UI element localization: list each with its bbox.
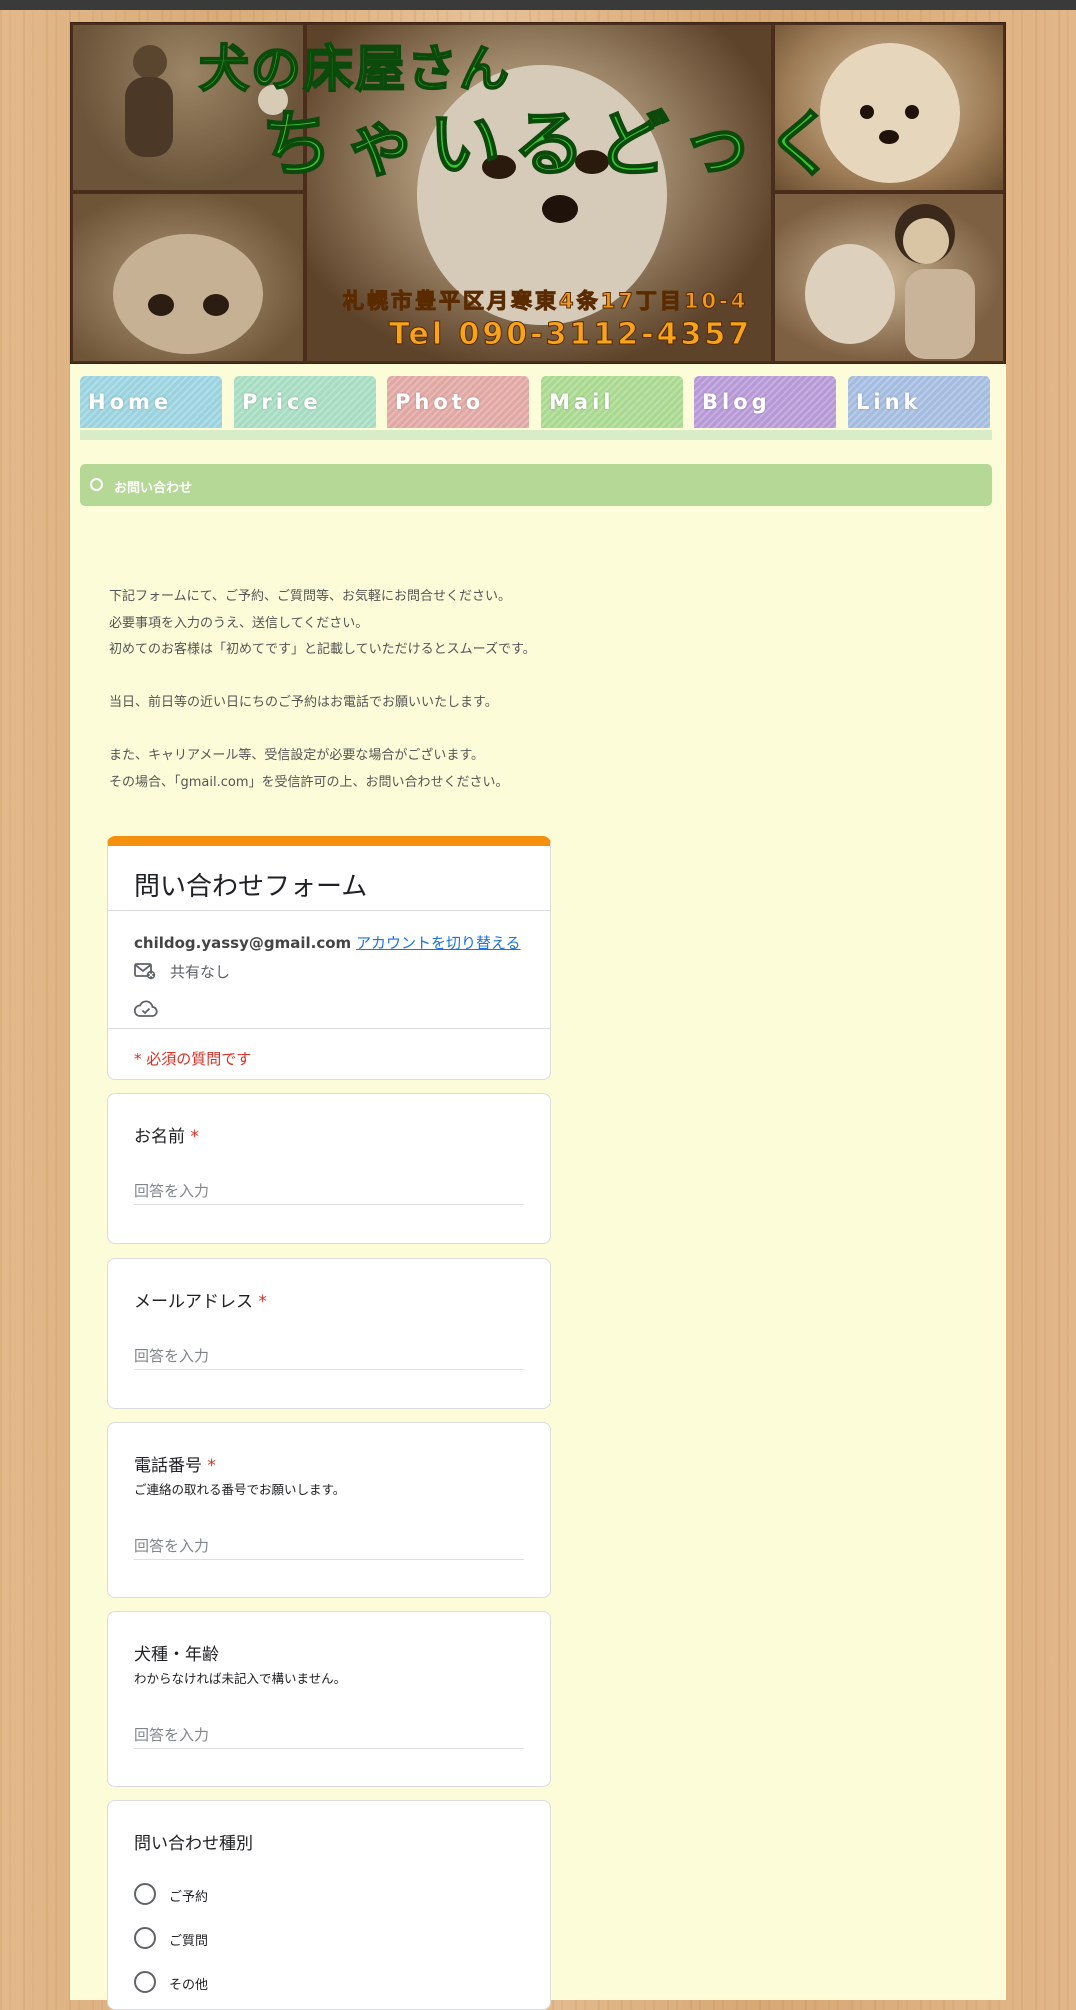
photo-girl-with-bulldog xyxy=(775,194,1003,361)
section-heading: お問い合わせ xyxy=(80,464,992,506)
question-inquiry-type: 問い合わせ種別 ご予約 ご質問 その他 xyxy=(107,1800,551,2010)
question-label: お名前 * xyxy=(134,1127,199,1147)
intro-line: また、キャリアメール等、受信設定が必要な場合がございます。 xyxy=(109,748,485,763)
required-star: * xyxy=(207,1456,216,1476)
photo-french-bulldog xyxy=(73,194,303,361)
banner-phone: Tel 090-3112-4357 xyxy=(388,317,753,353)
account-email: childog.yassy@gmail.com xyxy=(134,934,352,952)
banner-title: ちゃいるどっく xyxy=(260,101,850,187)
radio-label: その他 xyxy=(169,1978,209,1993)
radio-label: ご予約 xyxy=(169,1890,209,1905)
circle-bullet-icon xyxy=(90,478,103,491)
switch-account-link[interactable]: アカウントを切り替える xyxy=(356,934,521,952)
mail-not-shared-icon xyxy=(134,962,156,984)
required-note: * 必須の質問です xyxy=(134,1050,252,1068)
form-divider xyxy=(108,1028,550,1029)
intro-line: 初めてのお客様は「初めてです」と記載していただけるとスムーズです。 xyxy=(109,642,536,657)
intro-spacer xyxy=(109,717,809,744)
question-help: わからなければ未記入で構いません。 xyxy=(134,1671,347,1686)
cloud-done-icon xyxy=(133,1000,158,1022)
main-navigation: Home Price Photo Mail Blog Link xyxy=(80,376,992,430)
radio-circle-icon[interactable] xyxy=(134,1883,156,1905)
breed-age-input[interactable] xyxy=(134,1722,524,1749)
question-breed-age: 犬種・年齢 わからなければ未記入で構いません。 xyxy=(107,1611,551,1787)
question-label: メールアドレス * xyxy=(134,1292,267,1312)
question-label: 問い合わせ種別 xyxy=(134,1834,253,1854)
phone-input[interactable] xyxy=(134,1533,524,1560)
section-title: お問い合わせ xyxy=(114,481,193,496)
header-banner: 犬の床屋さん ちゃいるどっく 札幌市豊平区月寒東4条17丁目10-4 Tel 0… xyxy=(70,22,1006,364)
browser-top-bar xyxy=(0,0,1076,10)
required-star: * xyxy=(258,1292,267,1312)
nav-divider xyxy=(80,430,992,440)
question-label: 電話番号 * xyxy=(134,1456,216,1476)
question-label: 犬種・年齢 xyxy=(134,1645,219,1665)
intro-text: 下記フォームにて、ご予約、ご質問等、お気軽にお問合せください。 必要事項を入力の… xyxy=(109,584,809,796)
radio-circle-icon[interactable] xyxy=(134,1927,156,1949)
nav-price[interactable]: Price xyxy=(234,376,376,428)
nav-mail[interactable]: Mail xyxy=(541,376,683,428)
nav-blog[interactable]: Blog xyxy=(694,376,836,428)
intro-line: 必要事項を入力のうえ、送信してください。 xyxy=(109,615,369,631)
radio-label: ご質問 xyxy=(169,1934,209,1949)
name-input[interactable] xyxy=(134,1178,524,1205)
nav-home[interactable]: Home xyxy=(80,376,222,428)
intro-line: 下記フォームにて、ご予約、ご質問等、お気軽にお問合せください。 xyxy=(109,589,511,604)
question-name: お名前 * xyxy=(107,1093,551,1244)
intro-line: 当日、前日等の近い日にちのご予約はお電話でお願いいたします。 xyxy=(109,695,498,710)
question-phone: 電話番号 * ご連絡の取れる番号でお願いします。 xyxy=(107,1422,551,1598)
form-divider xyxy=(108,910,550,911)
not-shared-label: 共有なし xyxy=(170,963,231,981)
question-email: メールアドレス * xyxy=(107,1258,551,1409)
email-input[interactable] xyxy=(134,1343,524,1370)
account-row: childog.yassy@gmail.com アカウントを切り替える xyxy=(134,932,521,953)
banner-address: 札幌市豊平区月寒東4条17丁目10-4 xyxy=(342,289,749,314)
intro-line: その場合、「gmail.com」を受信許可の上、お問い合わせください。 xyxy=(109,774,509,790)
required-star: * xyxy=(190,1127,199,1147)
nav-photo[interactable]: Photo xyxy=(387,376,529,428)
nav-link[interactable]: Link xyxy=(848,376,990,428)
intro-spacer xyxy=(109,664,809,691)
radio-circle-icon[interactable] xyxy=(134,1971,156,1993)
question-help: ご連絡の取れる番号でお願いします。 xyxy=(134,1482,346,1497)
form-title: 問い合わせフォーム xyxy=(134,872,368,902)
form-header-card: 問い合わせフォーム childog.yassy@gmail.com アカウントを… xyxy=(107,836,551,1080)
page-container: 犬の床屋さん ちゃいるどっく 札幌市豊平区月寒東4条17丁目10-4 Tel 0… xyxy=(70,22,1006,2010)
